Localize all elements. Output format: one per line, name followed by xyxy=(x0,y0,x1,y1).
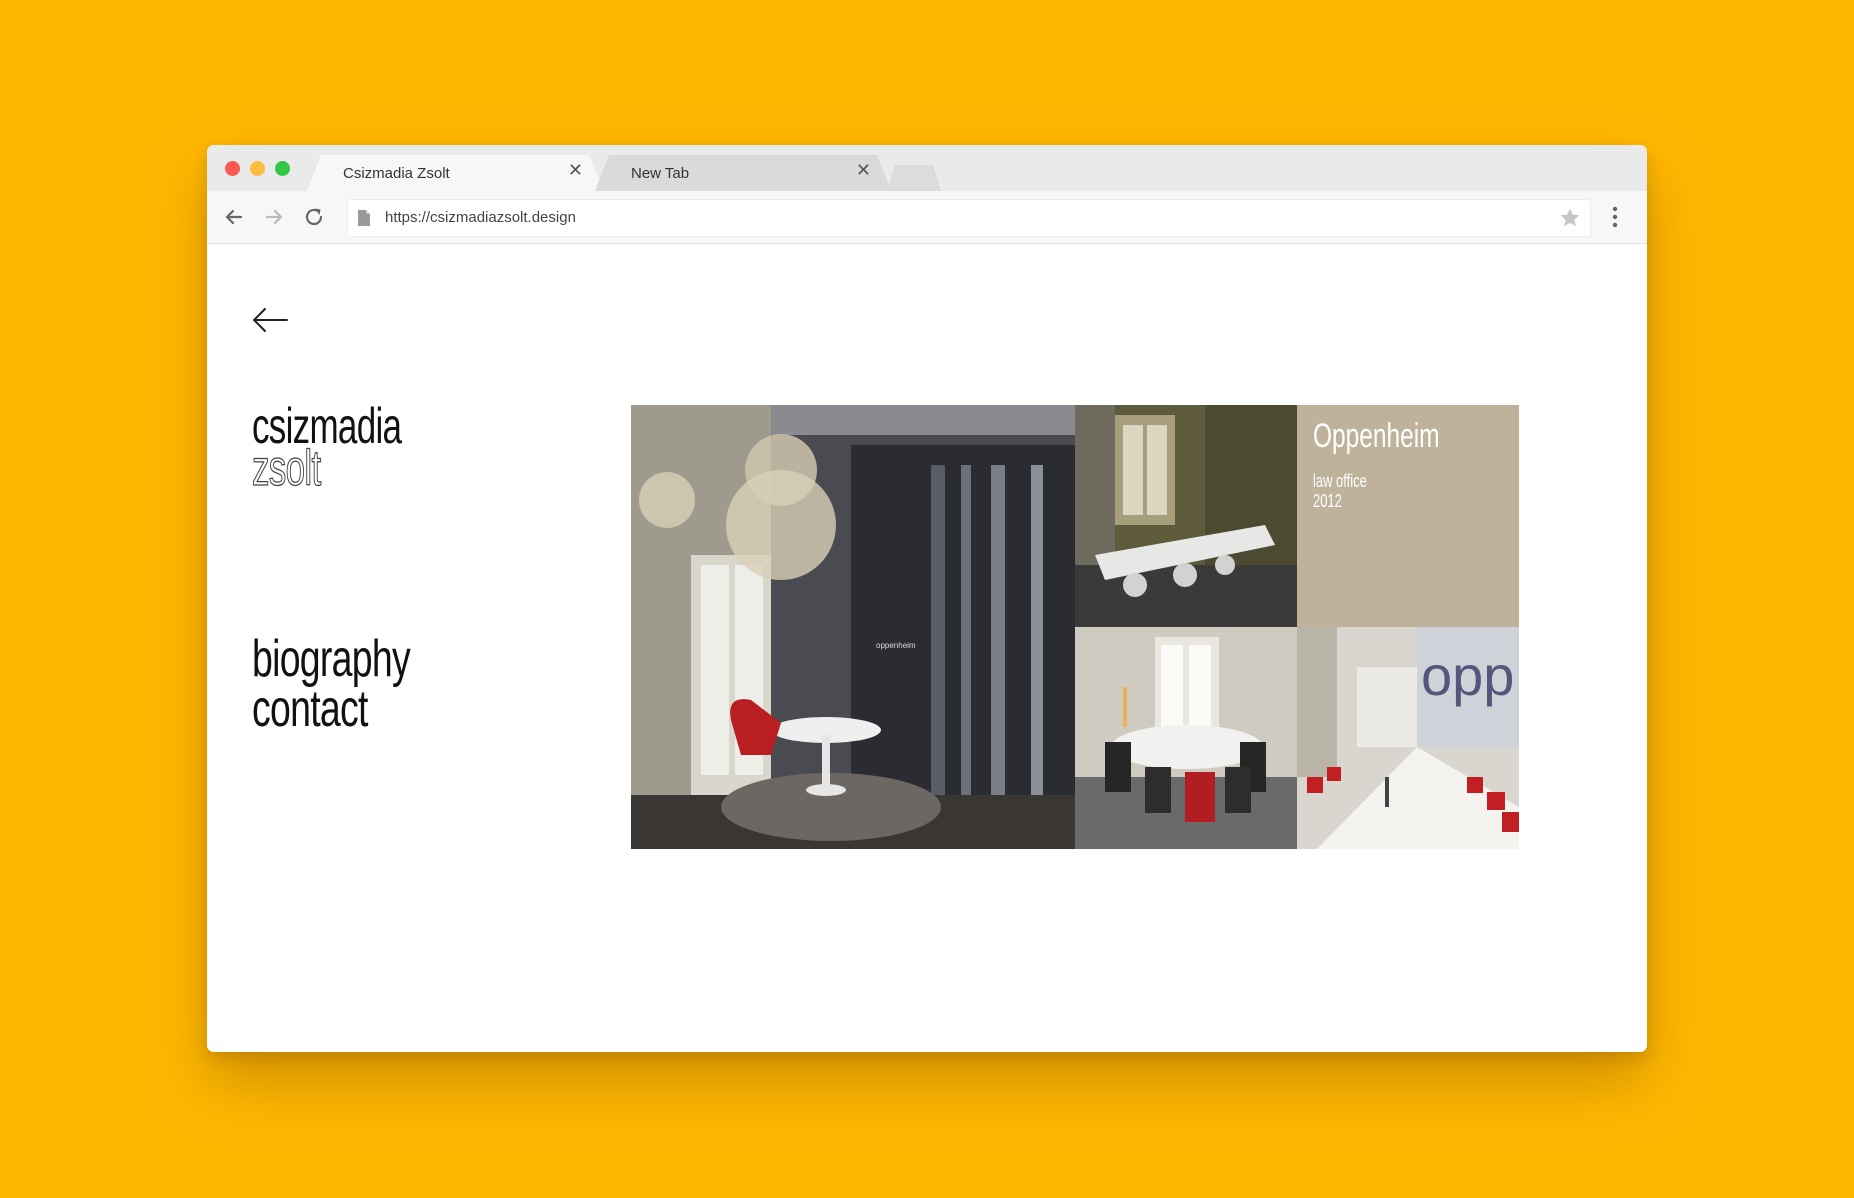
tab-strip: Csizmadia Zsolt ✕ New Tab ✕ xyxy=(207,145,1647,191)
lobby-sign-text: oppenheim xyxy=(876,641,916,650)
boardroom-wall-text: opp xyxy=(1421,644,1514,707)
close-tab-icon[interactable]: ✕ xyxy=(856,162,871,180)
page-icon xyxy=(358,210,370,226)
tab-new-tab[interactable]: New Tab ✕ xyxy=(595,155,891,191)
reload-icon[interactable] xyxy=(301,204,327,230)
back-arrow-icon[interactable] xyxy=(221,204,247,230)
browser-menu-icon[interactable] xyxy=(1611,205,1619,229)
page-content: csizmadia zsolt biography contact oppenh… xyxy=(207,244,1647,1052)
bookmark-star-icon[interactable] xyxy=(1558,206,1582,230)
project-title: Oppenheim xyxy=(1313,417,1440,455)
maximize-window-button[interactable] xyxy=(275,161,290,176)
project-subtitle: law office 2012 xyxy=(1313,471,1367,511)
site-menu: biography contact xyxy=(252,633,471,735)
tab-title: Csizmadia Zsolt xyxy=(343,165,450,182)
menu-item-contact[interactable]: contact xyxy=(252,683,410,735)
photo-boardroom[interactable]: opp xyxy=(1297,627,1519,849)
close-tab-icon[interactable]: ✕ xyxy=(568,162,583,180)
back-arrow-icon[interactable] xyxy=(251,306,289,334)
project-info-tile[interactable]: Oppenheim law office 2012 xyxy=(1297,405,1519,627)
close-window-button[interactable] xyxy=(225,161,240,176)
project-gallery: oppenheim Oppenheim law office 2012 opp xyxy=(631,405,1519,849)
browser-window: Csizmadia Zsolt ✕ New Tab ✕ https://csiz… xyxy=(207,145,1647,1052)
tab-csizmadia-zsolt[interactable]: Csizmadia Zsolt ✕ xyxy=(307,155,603,191)
photo-conference-room[interactable] xyxy=(1075,405,1297,627)
new-tab-button[interactable] xyxy=(887,165,941,191)
photo-meeting-room[interactable] xyxy=(1075,627,1297,849)
logo-last-name: zsolt xyxy=(252,440,322,496)
minimize-window-button[interactable] xyxy=(250,161,265,176)
window-controls xyxy=(225,161,290,176)
url-text[interactable]: https://csizmadiazsolt.design xyxy=(385,209,576,226)
site-logo[interactable]: csizmadia zsolt xyxy=(252,401,465,496)
address-bar[interactable]: https://csizmadiazsolt.design xyxy=(347,199,1591,237)
forward-arrow-icon[interactable] xyxy=(261,204,287,230)
project-type: law office xyxy=(1313,471,1367,491)
project-year: 2012 xyxy=(1313,491,1342,511)
photo-lobby[interactable]: oppenheim xyxy=(631,405,1075,849)
tab-title: New Tab xyxy=(631,165,690,182)
menu-item-biography[interactable]: biography xyxy=(252,633,411,685)
browser-toolbar: https://csizmadiazsolt.design xyxy=(207,191,1647,244)
